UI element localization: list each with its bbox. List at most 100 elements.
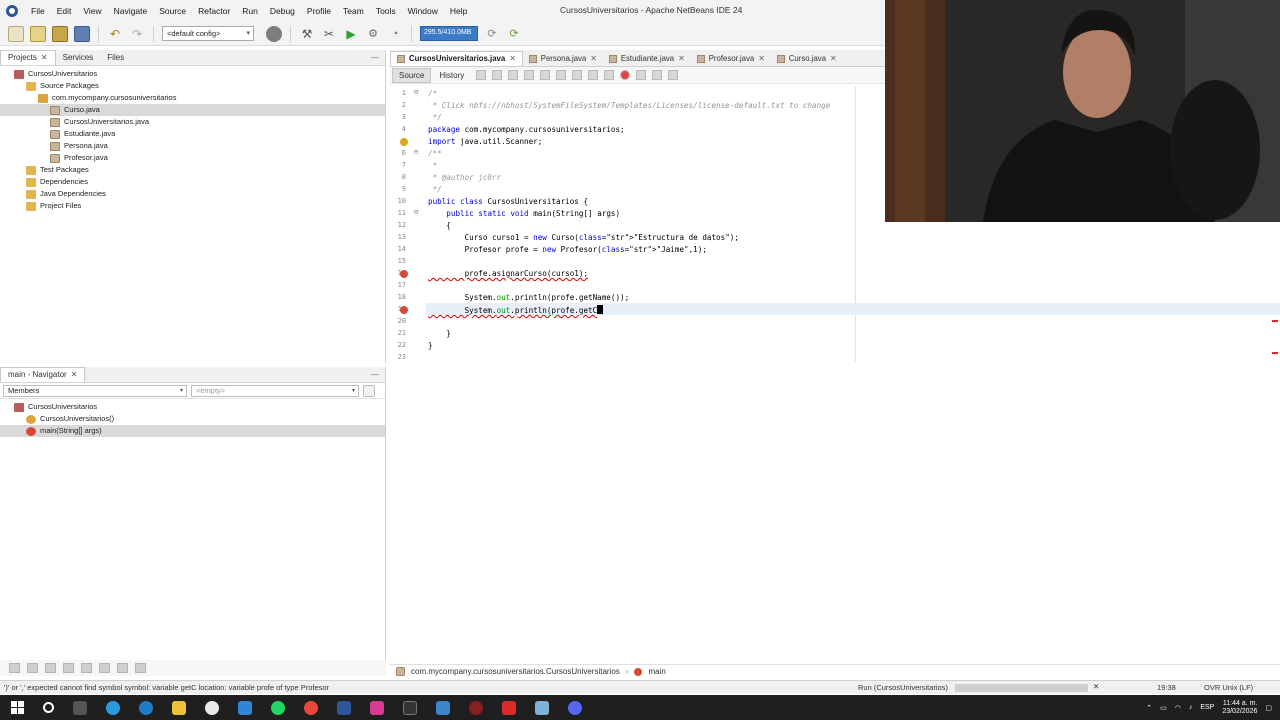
- breadcrumb-method[interactable]: main: [648, 667, 665, 676]
- tree-item[interactable]: CursosUniversitarios: [0, 401, 385, 413]
- menu-source[interactable]: Source: [153, 6, 192, 16]
- tree-item[interactable]: Persona.java: [0, 140, 385, 152]
- find-prev-icon[interactable]: [540, 70, 551, 80]
- tree-item[interactable]: Java Dependencies: [0, 188, 385, 200]
- members-select[interactable]: Members ▾: [3, 384, 187, 397]
- new-file-icon[interactable]: [8, 25, 24, 42]
- menu-refactor[interactable]: Refactor: [192, 6, 236, 16]
- memory-usage-badge[interactable]: 295.5/410.0MB: [420, 26, 478, 41]
- menu-navigate[interactable]: Navigate: [108, 6, 154, 16]
- menu-team[interactable]: Team: [337, 6, 370, 16]
- error-stripe-marker[interactable]: [1272, 352, 1278, 354]
- filter-static-icon[interactable]: [27, 663, 38, 673]
- editor-tab[interactable]: Curso.java ✕: [771, 52, 843, 66]
- toggle-highlight-icon[interactable]: [572, 70, 583, 80]
- back-icon[interactable]: [492, 70, 503, 80]
- debug-icon[interactable]: ⚙: [365, 26, 381, 42]
- comment-icon[interactable]: [652, 70, 663, 80]
- gc-alt-icon[interactable]: ⟳: [506, 26, 522, 42]
- fold-toggle-icon[interactable]: ⊟: [414, 148, 418, 156]
- open-project-icon[interactable]: [52, 25, 68, 42]
- stop-macro-icon[interactable]: [636, 70, 647, 80]
- tree-item[interactable]: CursosUniversitarios.java: [0, 116, 385, 128]
- app-pink-icon[interactable]: [370, 700, 384, 715]
- language-indicator[interactable]: ESP: [1200, 704, 1214, 711]
- breadcrumb-class[interactable]: com.mycompany.cursosuniversitarios.Curso…: [411, 667, 620, 676]
- discord-icon[interactable]: [568, 700, 582, 715]
- tab-history[interactable]: History: [433, 69, 470, 82]
- menu-profile[interactable]: Profile: [301, 6, 337, 16]
- word-icon[interactable]: [337, 700, 351, 715]
- app-dark-icon[interactable]: [403, 700, 417, 715]
- tab-projects[interactable]: Projects ✕: [0, 50, 56, 65]
- file-explorer-icon[interactable]: [172, 700, 186, 715]
- battery-icon[interactable]: ▭: [1160, 704, 1167, 712]
- tree-item[interactable]: CursosUniversitarios(): [0, 413, 385, 425]
- profile-icon[interactable]: ◔: [387, 26, 403, 42]
- chrome-icon[interactable]: [304, 700, 318, 715]
- gc-icon[interactable]: ⟳: [484, 26, 500, 42]
- build-icon[interactable]: ⚒: [299, 26, 315, 42]
- menu-help[interactable]: Help: [444, 6, 473, 16]
- close-icon[interactable]: ✕: [830, 54, 837, 63]
- run-task-label[interactable]: Run (CursosUniversitarios): [858, 683, 948, 692]
- windows-start-icon[interactable]: [11, 700, 24, 715]
- close-icon[interactable]: ✕: [509, 54, 516, 63]
- menu-tools[interactable]: Tools: [370, 6, 402, 16]
- menu-view[interactable]: View: [77, 6, 107, 16]
- tab-files[interactable]: Files: [100, 51, 131, 65]
- insert-mode[interactable]: OVR Unix (LF): [1204, 683, 1253, 692]
- tree-item[interactable]: com.mycompany.cursosuniversitarios: [0, 92, 385, 104]
- sort-name-icon[interactable]: [99, 663, 110, 673]
- menu-file[interactable]: File: [25, 6, 51, 16]
- close-icon[interactable]: ✕: [71, 370, 78, 379]
- tab-navigator[interactable]: main - Navigator ✕: [0, 367, 86, 382]
- fold-toggle-icon[interactable]: ⊟: [414, 88, 418, 96]
- editor-tab[interactable]: Persona.java ✕: [523, 52, 603, 66]
- tab-services[interactable]: Services: [56, 51, 101, 65]
- tree-item[interactable]: CursosUniversitarios: [0, 68, 385, 80]
- filter-inner-icon[interactable]: [81, 663, 92, 673]
- volume-icon[interactable]: ♪: [1189, 704, 1193, 711]
- tree-item[interactable]: Dependencies: [0, 176, 385, 188]
- save-all-icon[interactable]: [74, 25, 90, 42]
- task-view-icon[interactable]: [73, 700, 87, 715]
- menu-run[interactable]: Run: [236, 6, 264, 16]
- app-red-circle-icon[interactable]: [469, 700, 483, 715]
- record-macro-icon[interactable]: [620, 70, 631, 80]
- navigator-settings-icon[interactable]: [363, 384, 375, 397]
- notepad-icon[interactable]: [535, 700, 549, 715]
- editor-tab[interactable]: Estudiante.java ✕: [603, 52, 691, 66]
- show-javadoc-icon[interactable]: [135, 663, 146, 673]
- new-project-icon[interactable]: [30, 25, 46, 42]
- netbeans-taskbar-icon[interactable]: [436, 700, 450, 715]
- shift-left-icon[interactable]: [588, 70, 599, 80]
- edge-icon[interactable]: [106, 700, 120, 715]
- minimize-icon[interactable]: —: [371, 370, 379, 379]
- globe-icon[interactable]: [266, 25, 282, 42]
- tree-item[interactable]: Project Files: [0, 200, 385, 212]
- tree-item[interactable]: Profesor.java: [0, 152, 385, 164]
- find-next-icon[interactable]: [556, 70, 567, 80]
- tree-item[interactable]: main(String[] args): [0, 425, 385, 437]
- config-select[interactable]: <default config> ▾: [162, 26, 254, 41]
- edge-beta-icon[interactable]: [139, 700, 153, 715]
- find-icon[interactable]: [524, 70, 535, 80]
- redo-icon[interactable]: ↷: [129, 26, 145, 42]
- filter-nonpublic-icon[interactable]: [45, 663, 56, 673]
- editor-tab[interactable]: Profesor.java ✕: [691, 52, 771, 66]
- menu-edit[interactable]: Edit: [51, 6, 78, 16]
- menu-debug[interactable]: Debug: [264, 6, 301, 16]
- close-icon[interactable]: ✕: [1093, 682, 1099, 691]
- tree-item[interactable]: Source Packages: [0, 80, 385, 92]
- close-icon[interactable]: ✕: [678, 54, 685, 63]
- filter-inherited-icon[interactable]: [63, 663, 74, 673]
- error-marker-icon[interactable]: [400, 138, 408, 146]
- empty-select[interactable]: <empty> ▾: [191, 384, 359, 397]
- error-marker-icon[interactable]: [400, 306, 408, 314]
- tree-item[interactable]: Test Packages: [0, 164, 385, 176]
- github-icon[interactable]: [205, 700, 219, 715]
- editor-tab[interactable]: CursosUniversitarios.java ✕: [390, 51, 523, 66]
- tab-source[interactable]: Source: [392, 67, 432, 83]
- error-stripe-marker[interactable]: [1272, 320, 1278, 322]
